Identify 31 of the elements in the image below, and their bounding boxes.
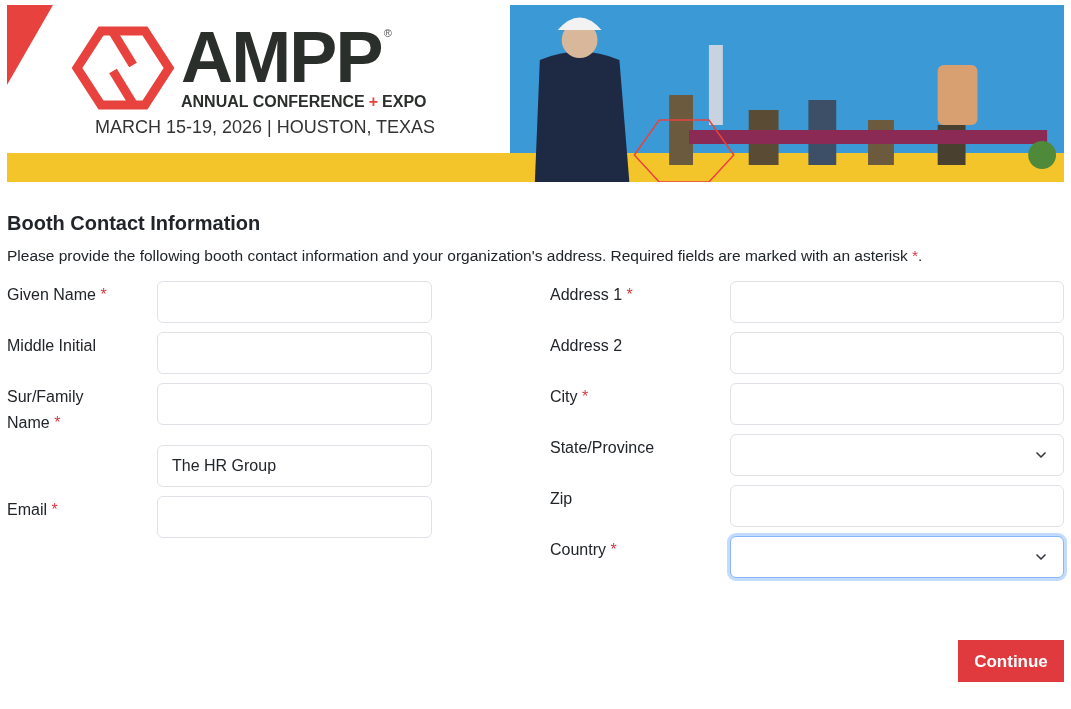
- field-label: State/Province: [550, 438, 656, 459]
- event-dates: MARCH 15-19, 2026 | HOUSTON, TEXAS: [95, 116, 437, 139]
- event-name: ANNUAL CONFERENCE: [181, 92, 365, 112]
- input-field[interactable]: [157, 281, 432, 324]
- plus-sign: +: [368, 92, 379, 112]
- field-label: Address 1 *: [550, 285, 634, 306]
- input-field[interactable]: [730, 485, 1064, 528]
- input-field[interactable]: The HR Group: [157, 445, 432, 488]
- field-label: Email *: [7, 500, 59, 521]
- corner-triangle-icon: [7, 5, 53, 85]
- event-kind: EXPO: [382, 92, 427, 112]
- logo-icon: [71, 25, 175, 111]
- continue-button[interactable]: Continue: [958, 640, 1064, 683]
- field-label: Middle Initial: [7, 336, 97, 357]
- intro-text: Please provide the following booth contact information and your organization's address. Required fields are marked with an asterisk *.: [7, 246, 924, 266]
- field-label: Sur/Family Name *: [7, 387, 85, 434]
- registered-mark: ®: [383, 26, 392, 41]
- logo-wordmark: AMPP: [181, 25, 382, 89]
- dropdown-field[interactable]: [730, 536, 1064, 579]
- field-label: City *: [550, 387, 590, 408]
- input-field[interactable]: [730, 332, 1064, 375]
- input-field[interactable]: [157, 496, 432, 539]
- input-field[interactable]: [157, 383, 432, 426]
- input-field[interactable]: [730, 281, 1064, 324]
- input-field[interactable]: [730, 383, 1064, 426]
- field-label: Country *: [550, 540, 618, 561]
- section-title: Booth Contact Information: [7, 211, 262, 236]
- field-label: Zip: [550, 489, 574, 510]
- field-label: Given Name *: [7, 285, 108, 306]
- field-label: Address 2: [550, 336, 624, 357]
- input-field[interactable]: [157, 332, 432, 375]
